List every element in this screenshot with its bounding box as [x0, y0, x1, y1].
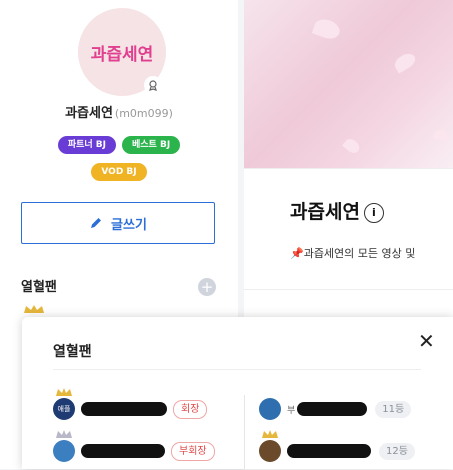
- fan-avatar: [259, 430, 281, 462]
- fan-name-prefix: 부: [287, 405, 296, 416]
- best-bj-badge: 베스트 BJ: [122, 136, 181, 154]
- hidden-nickname: [81, 402, 167, 416]
- popup-title: 열혈팬: [53, 344, 92, 360]
- badge-row-2: VOD BJ: [0, 163, 238, 181]
- user-id: (m0m099): [114, 107, 173, 120]
- rank-badge: 부회장: [171, 441, 215, 461]
- partner-bj-badge: 파트너 BJ: [57, 136, 116, 154]
- nickname-text: 과즙세연: [65, 106, 113, 121]
- fan-avatar-text: 애플: [57, 405, 71, 413]
- profile-nickname: 과즙세연 (m0m099): [0, 102, 238, 121]
- divider: [244, 289, 453, 290]
- crown-icon: [56, 430, 72, 438]
- rank-badge: 11등: [375, 400, 412, 418]
- add-fan-icon[interactable]: +: [198, 278, 216, 296]
- pencil-icon: [91, 218, 102, 228]
- info-icon[interactable]: i: [363, 202, 384, 223]
- fan-row[interactable]: 부회장: [53, 430, 215, 466]
- hidden-nickname: [81, 444, 165, 458]
- profile-avatar[interactable]: 과즙세연: [78, 8, 166, 96]
- hidden-nickname: [287, 444, 371, 458]
- fan-section-title: 열혈팬: [21, 280, 57, 295]
- vod-bj-badge: VOD BJ: [91, 163, 147, 181]
- fan-avatar: [259, 398, 281, 420]
- broadcaster-name-text: 과즙세연: [290, 201, 360, 223]
- rank-badge: 회장: [173, 399, 208, 419]
- fan-row[interactable]: 애플 회장: [53, 388, 208, 424]
- crown-icon: [24, 305, 44, 313]
- badge-row: 파트너 BJ 베스트 BJ: [0, 136, 238, 154]
- close-icon[interactable]: ✕: [418, 329, 435, 353]
- broadcaster-name: 과즙세연 i: [290, 197, 384, 224]
- fan-row[interactable]: 12등: [259, 430, 415, 466]
- write-post-button[interactable]: 글쓰기: [21, 202, 215, 244]
- column-divider: [244, 395, 245, 469]
- popup-divider: [53, 369, 421, 370]
- fan-avatar: [53, 430, 75, 462]
- channel-banner: [244, 0, 453, 168]
- avatar-text: 과즙세연: [90, 44, 154, 65]
- fan-row[interactable]: 부 11등: [259, 394, 412, 424]
- crown-icon: [262, 430, 278, 438]
- crown-icon: [56, 388, 72, 396]
- hidden-nickname: [297, 402, 368, 416]
- write-button-label: 글쓰기: [111, 217, 147, 233]
- fan-popup: 열혈팬 ✕ 애플 회장 부회장 부 11등 12등: [22, 317, 453, 469]
- fan-avatar: 애플: [53, 388, 75, 420]
- settings-icon[interactable]: [144, 76, 162, 94]
- broadcaster-description: 📌과즙세연의 모든 영상 및: [290, 247, 416, 260]
- rank-badge: 12등: [379, 442, 415, 460]
